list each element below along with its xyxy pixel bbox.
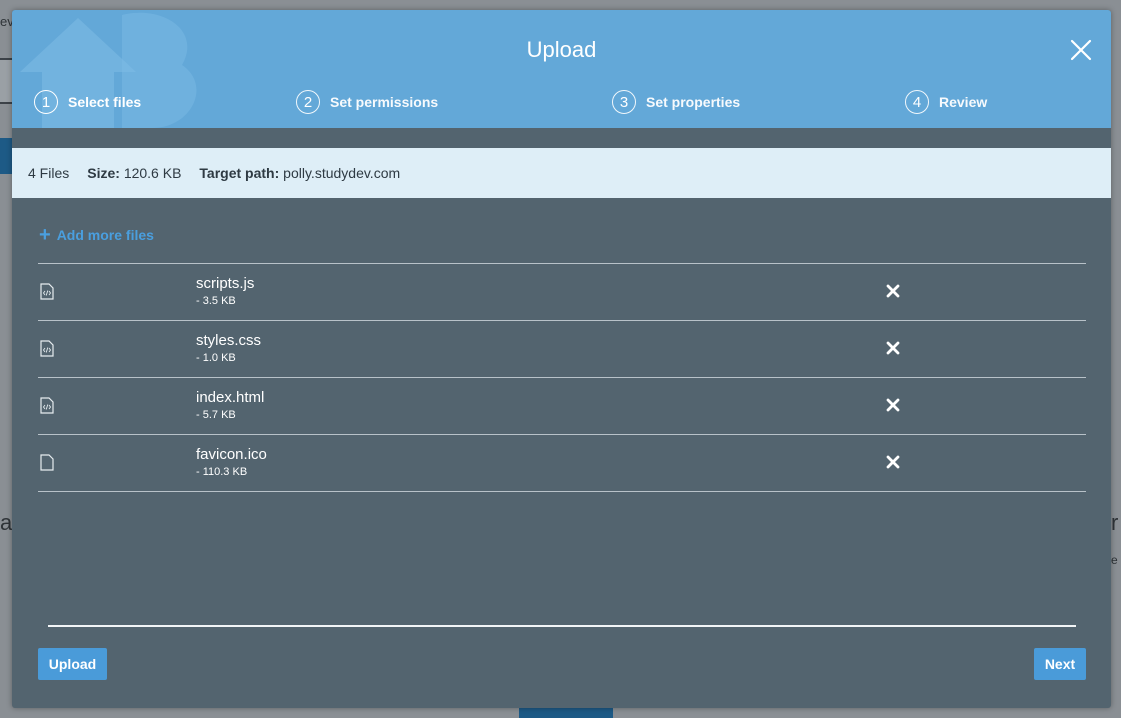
step-set-permissions[interactable]: 2 Set permissions xyxy=(296,89,438,115)
step-label: Set permissions xyxy=(330,94,439,110)
total-size: Size: 120.6 KB xyxy=(87,165,181,181)
remove-file-button[interactable] xyxy=(886,398,900,412)
step-number: 1 xyxy=(34,90,58,114)
target-path: Target path: polly.studydev.com xyxy=(199,165,400,181)
file-size: - 5.7 KB xyxy=(196,409,236,421)
add-more-files-link[interactable]: + Add more files xyxy=(39,224,154,246)
upload-button[interactable]: Upload xyxy=(38,648,107,680)
file-name: scripts.js xyxy=(196,275,255,292)
target-value: polly.studydev.com xyxy=(283,165,401,181)
dialog-title: Upload xyxy=(526,37,597,62)
file-row: index.html - 5.7 KB xyxy=(38,377,1086,434)
size-value: 120.6 KB xyxy=(123,165,182,181)
file-name: styles.css xyxy=(196,332,262,349)
background-page-text: a xyxy=(0,510,13,535)
add-more-label: Add more files xyxy=(56,227,154,243)
file-size: - 3.5 KB xyxy=(196,295,236,307)
file-name: favicon.ico xyxy=(196,446,267,463)
next-button[interactable]: Next xyxy=(1034,648,1086,680)
step-select-files[interactable]: 1 Select files xyxy=(34,89,141,115)
file-name: index.html xyxy=(196,389,265,406)
step-number: 4 xyxy=(905,90,929,114)
file-row: favicon.ico - 110.3 KB xyxy=(38,434,1086,492)
file-size: - 110.3 KB xyxy=(196,466,248,478)
remove-file-button[interactable] xyxy=(886,341,900,355)
step-review[interactable]: 4 Review xyxy=(905,89,987,115)
code-file-icon xyxy=(40,397,54,414)
target-label: Target path: xyxy=(199,165,280,181)
background-page-text: e xyxy=(1111,553,1118,567)
file-list: scripts.js - 3.5 KB styles.css - 1.0 KB … xyxy=(38,263,1086,492)
step-label: Select files xyxy=(68,94,142,110)
file-row: scripts.js - 3.5 KB xyxy=(38,263,1086,320)
file-row: styles.css - 1.0 KB xyxy=(38,320,1086,377)
step-number: 3 xyxy=(612,90,636,114)
blank-file-icon xyxy=(40,454,54,471)
footer-divider xyxy=(48,625,1076,627)
upload-summary-bar: 4 Files Size: 120.6 KB Target path: poll… xyxy=(12,148,1111,198)
plus-icon: + xyxy=(39,224,51,246)
step-number: 2 xyxy=(296,90,320,114)
code-file-icon xyxy=(40,340,54,357)
step-label: Review xyxy=(939,94,988,110)
background-page-text: r xyxy=(1111,510,1119,535)
remove-file-button[interactable] xyxy=(886,284,900,298)
dialog-header: Upload 1 Select files 2 Set permissions … xyxy=(12,10,1111,128)
remove-file-button[interactable] xyxy=(886,455,900,469)
code-file-icon xyxy=(40,283,54,300)
files-count: 4 Files xyxy=(28,165,70,181)
upload-dialog: Upload 1 Select files 2 Set permissions … xyxy=(12,10,1111,708)
step-label: Set properties xyxy=(646,94,741,110)
background-button xyxy=(0,138,12,174)
close-button[interactable] xyxy=(1069,38,1093,62)
file-size: - 1.0 KB xyxy=(196,352,236,364)
step-set-properties[interactable]: 3 Set properties xyxy=(612,89,740,115)
size-label: Size: xyxy=(87,165,120,181)
close-icon xyxy=(1070,39,1092,61)
